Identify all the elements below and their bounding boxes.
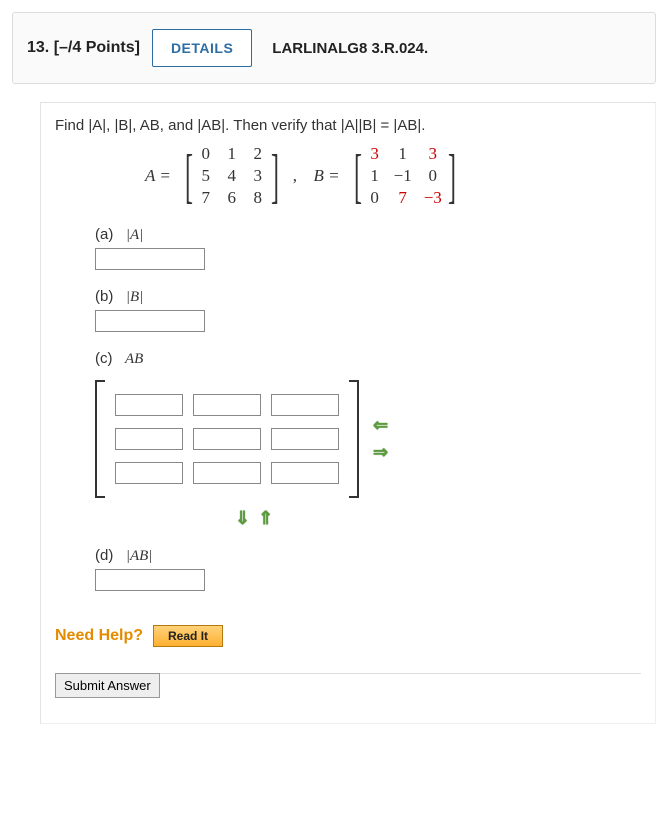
part-d-label: (d) <box>95 547 113 564</box>
bracket-left <box>95 380 105 498</box>
details-button[interactable]: DETAILS <box>152 29 252 67</box>
part-b: (b) |B| <box>95 288 641 332</box>
part-d-var: |AB| <box>126 548 153 564</box>
read-it-button[interactable]: Read It <box>153 625 223 647</box>
ab-cell-2-0[interactable] <box>115 462 183 484</box>
prompt-text: Find |A|, |B|, AB, and |AB|. Then verify… <box>55 117 641 134</box>
matrix-b: [ 313 1−10 07−3 ] <box>348 144 462 208</box>
ab-cell-2-2[interactable] <box>271 462 339 484</box>
matrix-definitions: A = [ 012 543 768 ] , B = [ 313 1−10 07−… <box>145 144 641 208</box>
matrix-b-label: B = <box>314 166 340 186</box>
need-help-label: Need Help? <box>55 627 143 645</box>
part-b-var: |B| <box>126 289 143 305</box>
ab-cell-1-2[interactable] <box>271 428 339 450</box>
matrix-a-label: A = <box>145 166 171 186</box>
part-c-label: (c) <box>95 350 113 367</box>
ab-cell-0-1[interactable] <box>193 394 261 416</box>
ab-cell-0-0[interactable] <box>115 394 183 416</box>
part-d: (d) |AB| <box>95 547 641 591</box>
answer-input-d[interactable] <box>95 569 205 591</box>
answer-input-a[interactable] <box>95 248 205 270</box>
part-c-var: AB <box>125 351 143 367</box>
part-a: (a) |A| <box>95 226 641 270</box>
matrix-input-ab <box>111 380 343 498</box>
add-column-icon[interactable]: ⇒ <box>373 442 388 463</box>
question-number: 13. [–/4 Points] <box>27 39 140 57</box>
part-b-label: (b) <box>95 288 113 305</box>
remove-row-icon[interactable]: ⇑ <box>258 508 273 529</box>
submit-answer-button[interactable]: Submit Answer <box>55 673 160 698</box>
question-content: Find |A|, |B|, AB, and |AB|. Then verify… <box>40 102 656 724</box>
ab-cell-0-2[interactable] <box>271 394 339 416</box>
ab-cell-1-1[interactable] <box>193 428 261 450</box>
part-c: (c) AB ⇐ ⇒ ⇓ ⇑ <box>95 350 641 529</box>
question-header: 13. [–/4 Points] DETAILS LARLINALG8 3.R.… <box>12 12 656 84</box>
part-a-var: |A| <box>126 227 143 243</box>
bracket-right <box>349 380 359 498</box>
part-a-label: (a) <box>95 226 113 243</box>
ab-cell-1-0[interactable] <box>115 428 183 450</box>
remove-column-icon[interactable]: ⇐ <box>373 415 388 436</box>
answer-input-b[interactable] <box>95 310 205 332</box>
add-row-icon[interactable]: ⇓ <box>235 508 250 529</box>
need-help-row: Need Help? Read It <box>55 625 641 647</box>
matrix-a: [ 012 543 768 ] <box>179 144 285 208</box>
ab-cell-2-1[interactable] <box>193 462 261 484</box>
question-reference: LARLINALG8 3.R.024. <box>272 40 428 57</box>
